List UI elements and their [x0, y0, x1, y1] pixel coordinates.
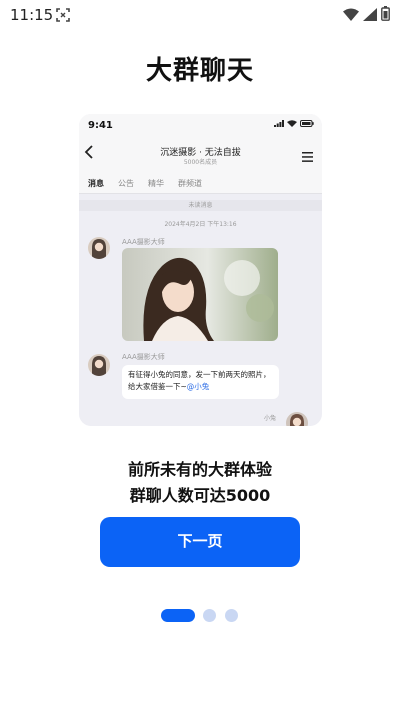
preview-tabs: 消息 公告 精华 群频道	[79, 174, 322, 194]
page-dot	[225, 609, 238, 622]
preview-sender-name: AAA摄影大师	[122, 238, 165, 246]
preview-tab-highlights: 精华	[148, 179, 164, 188]
preview-tab-channels: 群频道	[178, 179, 202, 188]
page-dot-active	[161, 609, 195, 622]
screenshot-icon	[56, 7, 70, 22]
preview-date: 2024年4月2日 下午13:16	[164, 221, 237, 228]
signal-icon	[363, 6, 377, 25]
page-dot	[203, 609, 216, 622]
feature-description-line-2: 群聊人数可达5000	[129, 486, 271, 505]
preview-status-icons	[274, 120, 314, 127]
preview-battery-icon	[300, 120, 314, 127]
preview-sender-name: AAA摄影大师	[122, 353, 165, 361]
preview-wifi-icon	[287, 120, 297, 127]
avatar	[286, 412, 308, 426]
preview-tab-announcements: 公告	[118, 179, 134, 188]
preview-photo-message	[122, 248, 278, 341]
preview-tab-messages: 消息	[88, 179, 104, 188]
preview-member-count: 5000名成员	[183, 159, 218, 166]
page-indicator	[0, 609, 400, 623]
preview-self-name: 小兔	[263, 415, 276, 422]
preview-text-bubble: 有征得小兔的同意，发一下前两天的照片，给大家借鉴一下~@小兔	[122, 365, 279, 399]
preview-status-bar: 9:41	[79, 114, 322, 136]
battery-icon	[381, 6, 390, 25]
chat-preview-card: 9:41 沉迷摄影 · 无法自拔 5000名成员 消息 公告 精华 群频道 未读…	[79, 114, 322, 426]
preview-signal-icon	[274, 120, 284, 127]
preview-unread-divider: 未读消息	[79, 200, 322, 211]
avatar	[88, 354, 110, 376]
status-bar: 11:15	[0, 0, 400, 30]
preview-mention: @小兔	[186, 382, 210, 391]
avatar	[88, 237, 110, 259]
menu-icon	[302, 147, 313, 166]
status-icons	[343, 6, 390, 25]
wifi-icon	[343, 6, 359, 25]
next-page-button[interactable]: 下一页	[100, 517, 300, 567]
feature-description-line-1: 前所未有的大群体验	[127, 460, 272, 479]
status-time: 11:15	[10, 6, 54, 24]
preview-chat-header: 沉迷摄影 · 无法自拔 5000名成员	[79, 136, 322, 174]
page-title: 大群聊天	[145, 56, 254, 86]
preview-time: 9:41	[88, 120, 113, 131]
